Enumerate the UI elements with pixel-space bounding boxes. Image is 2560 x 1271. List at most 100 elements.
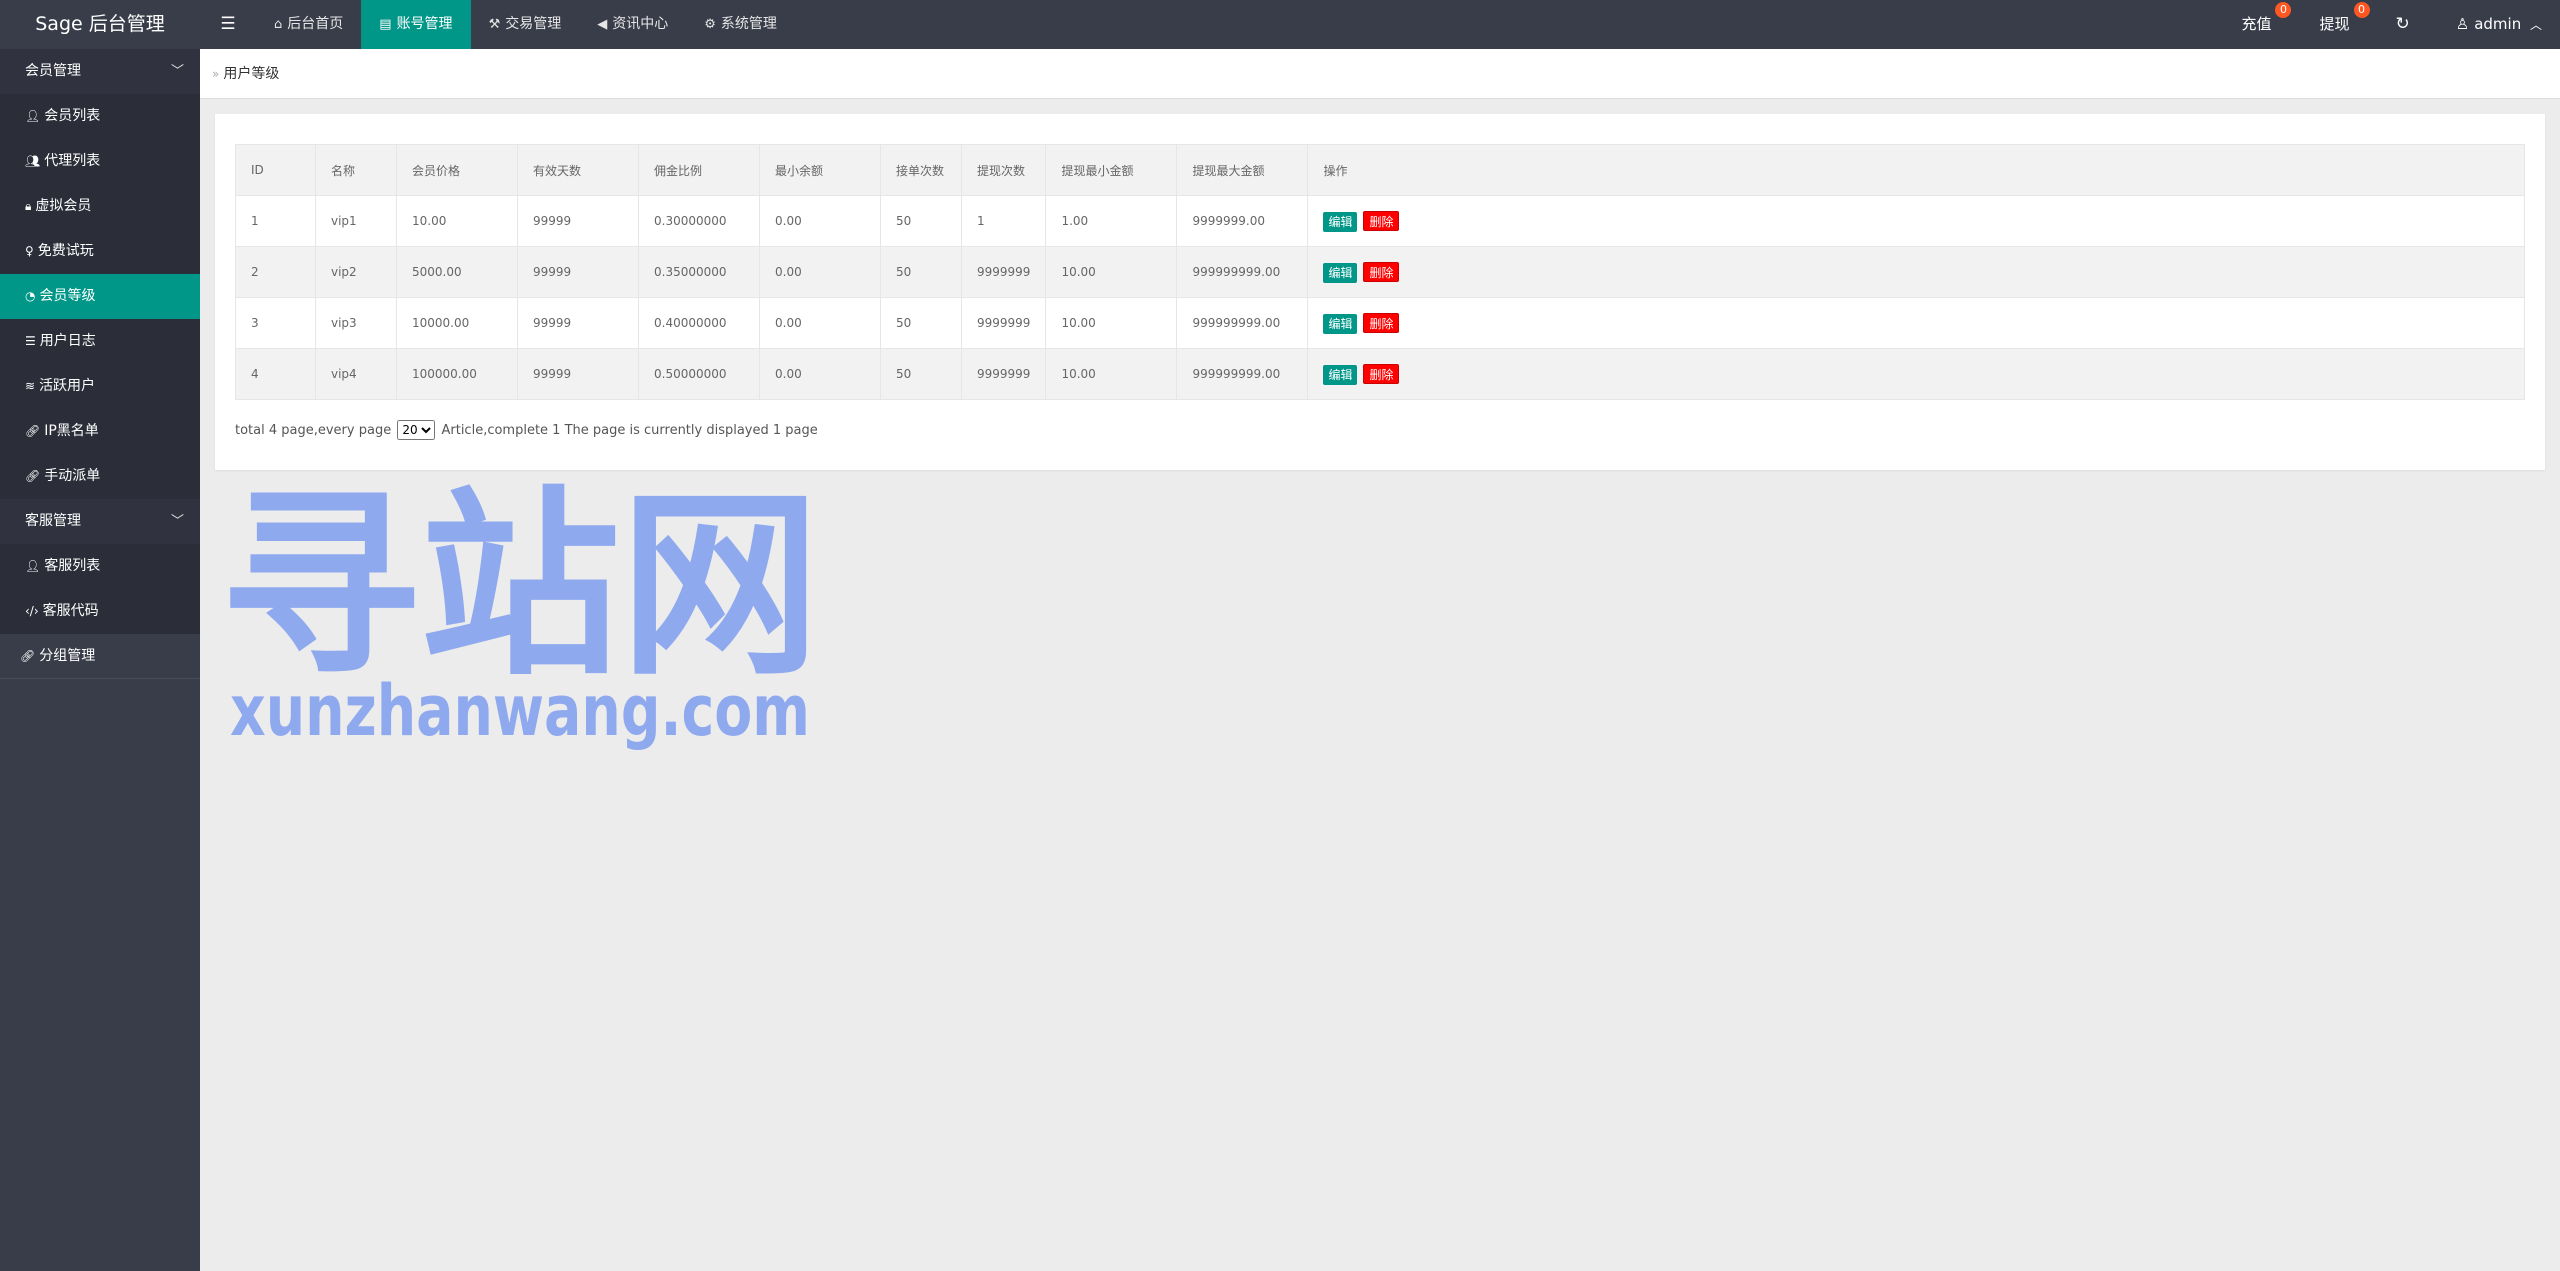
sidebar-item-member-list[interactable]: 👤︎ 会员列表 (0, 94, 200, 139)
sidebar-group-members[interactable]: 会员管理 ﹀ (0, 49, 200, 94)
header-right: 充值 0 提现 0 ↻ ♙ admin ︿ (2217, 0, 2560, 49)
col-header-withdraw-min: 提现最小金额 (1045, 144, 1178, 196)
sidebar-item-member-level[interactable]: ◔ 会员等级 (0, 274, 200, 319)
sidebar-item-label: 用户日志 (39, 333, 96, 349)
watermark-text-cn: 寻站网 (220, 470, 820, 703)
col-header-id: ID (235, 144, 316, 196)
table-cell: vip2 (315, 246, 397, 298)
user-icon: 👤︎ (25, 559, 41, 573)
table-cell: 0.40000000 (638, 297, 760, 349)
refresh-icon[interactable]: ↻ (2374, 0, 2432, 49)
gears-icon: ⚙ (704, 17, 716, 32)
sidebar-item-active-users[interactable]: ≋ 活跃用户 (0, 364, 200, 409)
col-header-withdraw-max: 提现最大金额 (1176, 144, 1309, 196)
sidebar-item-group-management[interactable]: 🔗︎ 分组管理 (0, 634, 200, 679)
female-icon: ♀ (25, 244, 34, 258)
topnav-accounts[interactable]: ▤ 账号管理 (361, 0, 471, 49)
hamburger-icon[interactable]: ☰ (200, 0, 256, 49)
table-cell: 10.00 (1045, 246, 1178, 298)
topnav-label: 系统管理 (720, 16, 777, 32)
top-header: Sage 后台管理 ☰ ⌂ 后台首页 ▤ 账号管理 ⚒ 交易管理 ◀ 资讯中心 ⚙ 系统管… (0, 0, 2560, 49)
delete-button[interactable]: 删除 (1363, 210, 1400, 231)
table-header-row: ID 名称 会员价格 有效天数 佣金比例 最小余额 接单次数 提现次数 提现最小… (235, 144, 2525, 196)
sidebar-item-label: IP黑名单 (44, 423, 99, 439)
table-cell: 99999 (517, 297, 639, 349)
sidebar-group-support[interactable]: 客服管理 ﹀ (0, 499, 200, 544)
sidebar-item-user-log[interactable]: ☰ 用户日志 (0, 319, 200, 364)
edit-button[interactable]: 编辑 (1323, 262, 1358, 283)
chevron-down-icon: ﹀ (170, 514, 184, 529)
pager-suffix: Article,complete 1 The page is currently… (441, 423, 818, 438)
table-cell: 99999 (517, 195, 639, 247)
code-icon: ‹/› (25, 604, 39, 618)
table-cell: 10.00 (1045, 348, 1178, 400)
topnav-label: 后台首页 (287, 16, 344, 32)
table-cell: 4 (235, 348, 316, 400)
sidebar-item-free-trial[interactable]: ♀ 免费试玩 (0, 229, 200, 274)
recharge-button[interactable]: 充值 0 (2217, 0, 2295, 49)
content-card: ID 名称 会员价格 有效天数 佣金比例 最小余额 接单次数 提现次数 提现最小… (215, 114, 2545, 470)
link-icon: 🔗︎ (20, 649, 36, 663)
topnav-trade[interactable]: ⚒ 交易管理 (471, 0, 580, 49)
table-cell: 5000.00 (396, 246, 518, 298)
table-cell: 1.00 (1045, 195, 1178, 247)
delete-button[interactable]: 删除 (1363, 312, 1400, 333)
col-header-name: 名称 (315, 144, 397, 196)
table-cell: 0.35000000 (638, 246, 760, 298)
topnav-home[interactable]: ⌂ 后台首页 (256, 0, 361, 49)
sidebar-item-virtual-members[interactable]: 🔒︎ 虚拟会员 (0, 184, 200, 229)
delete-button[interactable]: 删除 (1363, 363, 1400, 384)
sidebar-item-support-list[interactable]: 👤︎ 客服列表 (0, 544, 200, 589)
sidebar-item-manual-dispatch[interactable]: 🔗︎ 手动派单 (0, 454, 200, 499)
sidebar-item-label: 免费试玩 (37, 243, 94, 259)
sidebar-item-label: 客服代码 (42, 603, 99, 619)
recharge-label: 充值 (2241, 15, 2272, 33)
edit-button[interactable]: 编辑 (1323, 211, 1358, 232)
table-cell: 50 (880, 348, 962, 400)
table-cell: vip1 (315, 195, 397, 247)
withdraw-button[interactable]: 提现 0 (2295, 0, 2373, 49)
table-cell: 9999999 (960, 348, 1047, 400)
table-cell: 50 (880, 297, 962, 349)
table-row: 2 vip2 5000.00 99999 0.35000000 0.00 50 9999999… (235, 246, 2525, 298)
member-level-table: ID 名称 会员价格 有效天数 佣金比例 最小余额 接单次数 提现次数 提现最小… (235, 144, 2525, 400)
link-icon: 🔗︎ (25, 469, 41, 483)
delete-button[interactable]: 删除 (1363, 261, 1400, 282)
table-cell: 0.00 (759, 246, 881, 298)
table-row: 3 vip3 10000.00 99999 0.40000000 0.00 50 999999… (235, 297, 2525, 349)
topnav-news[interactable]: ◀ 资讯中心 (579, 0, 686, 49)
user-icon: 👤︎ (25, 109, 41, 123)
table-cell: 999999999.00 (1176, 297, 1309, 349)
users-icon: 👥︎ (25, 154, 41, 168)
edit-button[interactable]: 编辑 (1323, 364, 1358, 385)
sidebar-group-label: 会员管理 (25, 63, 81, 79)
sidebar-item-support-code[interactable]: ‹/› 客服代码 (0, 589, 200, 634)
breadcrumb-bar: » 用户等级 (200, 49, 2560, 99)
edit-button[interactable]: 编辑 (1323, 313, 1358, 334)
table-cell: 10.00 (1045, 297, 1178, 349)
topnav-system[interactable]: ⚙ 系统管理 (686, 0, 795, 49)
table-cell: 0.00 (759, 297, 881, 349)
sidebar-item-agent-list[interactable]: 👥︎ 代理列表 (0, 139, 200, 184)
home-icon: ⌂ (274, 17, 283, 32)
sidebar-item-label: 虚拟会员 (35, 198, 92, 214)
topnav-label: 交易管理 (505, 16, 562, 32)
col-header-commission: 佣金比例 (638, 144, 760, 196)
list-icon: ☰ (25, 334, 36, 348)
link-icon: 🔗︎ (25, 424, 41, 438)
watermark-text-url: xunzhanwang.com (230, 670, 810, 752)
table-cell: 1 (235, 195, 316, 247)
user-menu[interactable]: ♙ admin ︿ (2432, 0, 2560, 49)
sidebar-item-label: 分组管理 (39, 648, 96, 664)
page-size-select[interactable]: 20 (397, 420, 436, 440)
sidebar-item-label: 会员等级 (39, 288, 96, 304)
col-header-days: 有效天数 (517, 144, 639, 196)
megaphone-icon: ◀ (597, 17, 608, 32)
app-logo[interactable]: Sage 后台管理 (0, 0, 200, 49)
sidebar-item-ip-blacklist[interactable]: 🔗︎ IP黑名单 (0, 409, 200, 454)
pager-prefix: total 4 page,every page (235, 423, 392, 438)
recharge-badge: 0 (2275, 2, 2292, 18)
breadcrumb: » 用户等级 (212, 49, 279, 99)
table-cell-actions: 编辑 删除 (1307, 297, 2525, 349)
breadcrumb-current: 用户等级 (223, 66, 280, 82)
